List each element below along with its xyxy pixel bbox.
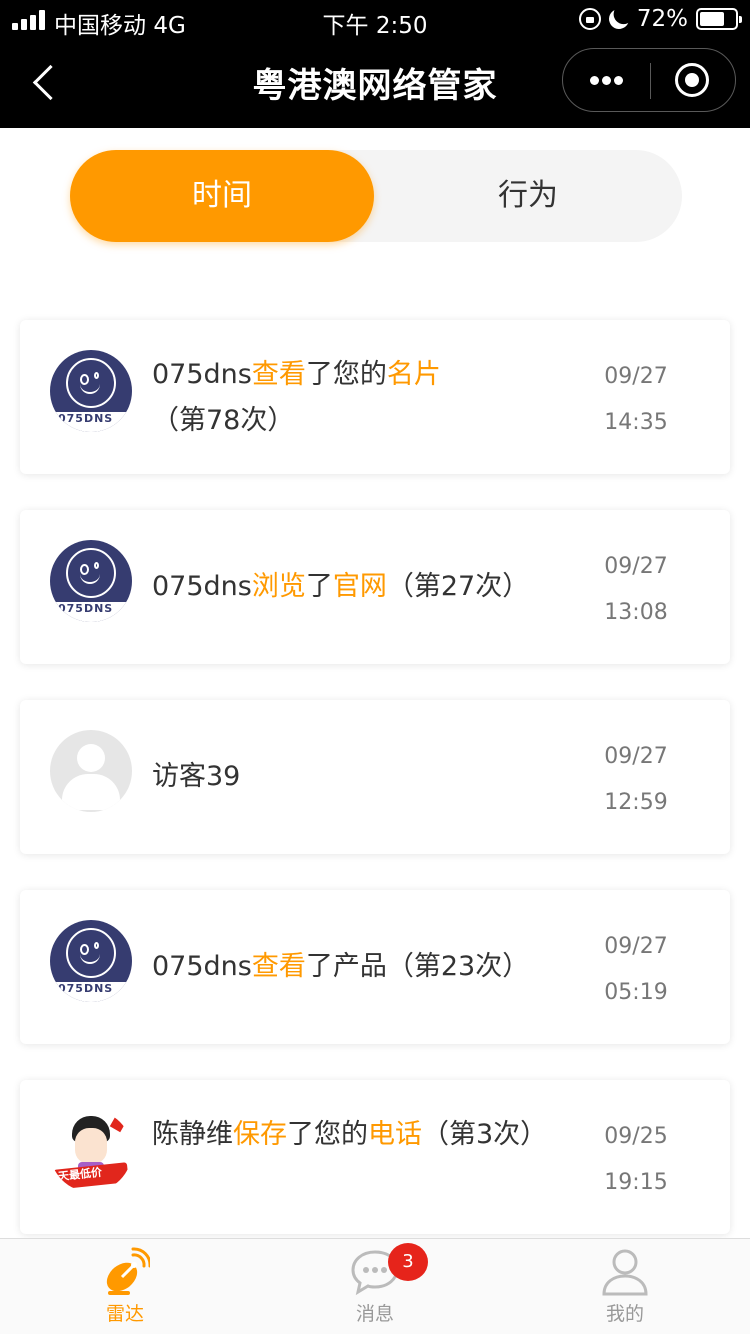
avatar: 075DNS <box>50 350 132 432</box>
action-text: 保存 <box>233 1119 287 1150</box>
unread-badge: 3 <box>388 1243 428 1281</box>
record-time: 12:59 <box>604 790 668 815</box>
record-time: 14:35 <box>604 410 668 435</box>
tab-profile[interactable]: 我的 <box>500 1239 750 1334</box>
target-text: 名片 <box>386 359 441 390</box>
visitor-name: 075dns <box>152 359 252 390</box>
record-time: 19:15 <box>604 1170 668 1195</box>
avatar <box>50 730 132 812</box>
count-text: （第78次） <box>152 405 295 436</box>
visitor-name: 陈静维 <box>152 1119 233 1150</box>
record-time: 13:08 <box>604 600 668 625</box>
record-date: 09/27 <box>604 934 668 959</box>
miniprogram-capsule <box>562 48 736 112</box>
record-date: 09/27 <box>604 744 668 769</box>
list-item[interactable]: 访客39 09/27 12:59 <box>20 700 730 854</box>
tab-label: 消息 <box>355 1303 394 1325</box>
tab-messages[interactable]: 3 消息 <box>250 1239 500 1334</box>
tab-label: 我的 <box>605 1303 644 1325</box>
count-text: （第27次） <box>386 571 530 602</box>
record-timestamp: 09/25 19:15 <box>588 1114 684 1206</box>
tab-time[interactable]: 时间 <box>70 150 374 242</box>
action-text: 查看 <box>251 359 306 390</box>
avatar: 075DNS <box>50 540 132 622</box>
navigation-header: 中国移动 4G 下午 2:50 72% 粤港澳网络管家 <box>0 0 750 128</box>
visitor-name: 访客39 <box>152 761 241 792</box>
record-message: 访客39 <box>152 700 572 854</box>
record-message: 075dns查看了产品（第23次） <box>152 951 530 982</box>
record-timestamp: 09/27 12:59 <box>588 734 684 826</box>
action-text: 浏览 <box>251 571 306 602</box>
avatar: 天最低价 <box>50 1110 132 1192</box>
record-timestamp: 09/27 05:19 <box>588 924 684 1016</box>
status-bar: 中国移动 4G 下午 2:50 72% <box>0 0 750 40</box>
segment-control: 时间 行为 <box>70 150 682 242</box>
more-dots-icon[interactable] <box>563 49 650 111</box>
target-circle-icon[interactable] <box>675 63 709 97</box>
visitor-name: 075dns <box>152 951 252 982</box>
target-text: 官网 <box>332 571 387 602</box>
tab-label: 雷达 <box>105 1303 144 1325</box>
record-message: 075dns查看了您的名片（第78次） <box>152 359 441 436</box>
user-icon <box>602 1249 648 1296</box>
record-date: 09/27 <box>604 364 668 389</box>
do-not-disturb-icon <box>606 6 632 32</box>
record-message: 陈静维保存了您的电话（第3次） <box>152 1119 548 1150</box>
record-timestamp: 09/27 14:35 <box>588 354 684 446</box>
list-item[interactable]: 075DNS 075dns查看了您的名片（第78次） 09/27 14:35 <box>20 320 730 474</box>
tab-radar[interactable]: 雷达 <box>0 1239 250 1334</box>
rotation-lock-icon <box>578 8 601 30</box>
battery-percent: 72% <box>636 6 688 32</box>
radar-dish-icon <box>106 1247 150 1295</box>
record-timestamp: 09/27 13:08 <box>588 544 684 636</box>
list-item[interactable]: 075DNS 075dns查看了产品（第23次） 09/27 05:19 <box>20 890 730 1044</box>
count-text: （第3次） <box>422 1119 548 1150</box>
record-date: 09/27 <box>604 554 668 579</box>
capsule-divider <box>650 63 651 99</box>
action-text: 查看 <box>251 951 306 982</box>
target-text: 电话 <box>368 1119 422 1150</box>
avatar: 075DNS <box>50 920 132 1002</box>
list-item[interactable]: 075DNS 075dns浏览了官网（第27次） 09/27 13:08 <box>20 510 730 664</box>
record-time: 05:19 <box>604 980 668 1005</box>
list-item[interactable]: 天最低价 陈静维保存了您的电话（第3次） 09/25 19:15 <box>20 1080 730 1234</box>
bottom-tab-bar: 雷达 3 消息 我的 <box>0 1238 750 1334</box>
visitor-name: 075dns <box>152 571 252 602</box>
tab-behavior[interactable]: 行为 <box>376 150 680 242</box>
battery-icon <box>696 8 742 30</box>
record-date: 09/25 <box>604 1124 668 1149</box>
record-message: 075dns浏览了官网（第27次） <box>152 571 530 602</box>
